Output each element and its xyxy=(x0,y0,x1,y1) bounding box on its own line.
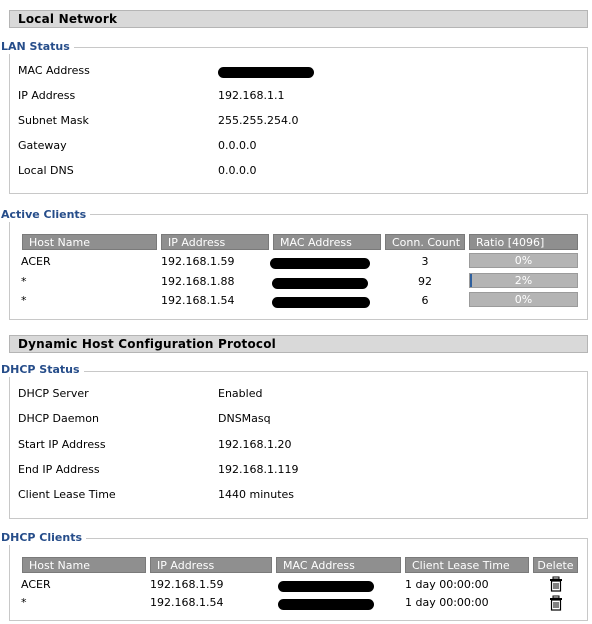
lease-time-value: 1440 minutes xyxy=(218,488,295,501)
th-ip-address[interactable]: IP Address xyxy=(150,557,272,573)
local-dns-label: Local DNS xyxy=(18,164,74,177)
dhcp-server-label: DHCP Server xyxy=(18,387,89,400)
dhcp-daemon-value: DNSMasq xyxy=(218,412,271,425)
mac-address-label: MAC Address xyxy=(18,64,90,77)
dhcp-client-host: ACER xyxy=(21,578,51,591)
start-ip-label: Start IP Address xyxy=(18,438,106,451)
active-client-host: ACER xyxy=(21,255,51,268)
th-ip-address[interactable]: IP Address xyxy=(161,234,269,250)
active-client-count: 3 xyxy=(421,255,429,268)
mac-address-value-redacted xyxy=(218,67,314,78)
gateway-value: 0.0.0.0 xyxy=(218,139,257,152)
dhcp-client-mac-redacted xyxy=(278,581,374,592)
dhcp-client-host: * xyxy=(21,596,27,609)
end-ip-value: 192.168.1.119 xyxy=(218,463,299,476)
active-client-count: 6 xyxy=(421,294,429,307)
subnet-mask-value: 255.255.254.0 xyxy=(218,114,299,127)
th-client-lease-time[interactable]: Client Lease Time xyxy=(405,557,529,573)
dhcp-server-value: Enabled xyxy=(218,387,263,400)
dhcp-client-lease: 1 day 00:00:00 xyxy=(405,596,489,609)
dhcp-client-lease: 1 day 00:00:00 xyxy=(405,578,489,591)
th-delete[interactable]: Delete xyxy=(533,557,578,573)
dhcp-status-legend: DHCP Status xyxy=(1,363,84,377)
local-dns-value: 0.0.0.0 xyxy=(218,164,257,177)
start-ip-value: 192.168.1.20 xyxy=(218,438,292,451)
active-client-ratio-bar: 0% xyxy=(469,292,578,307)
ratio-fill xyxy=(470,274,473,287)
active-client-mac-redacted xyxy=(272,278,368,289)
dhcp-daemon-label: DHCP Daemon xyxy=(18,412,99,425)
dhcp-clients-legend: DHCP Clients xyxy=(1,531,87,545)
subnet-mask-label: Subnet Mask xyxy=(18,114,89,127)
dhcp-header: Dynamic Host Configuration Protocol xyxy=(9,335,588,353)
lease-time-label: Client Lease Time xyxy=(18,488,116,501)
th-mac-address[interactable]: MAC Address xyxy=(276,557,401,573)
active-client-mac-redacted xyxy=(272,297,370,308)
th-conn-count[interactable]: Conn. Count xyxy=(385,234,465,250)
ratio-text: 0% xyxy=(514,254,533,267)
ip-address-label: IP Address xyxy=(18,89,76,102)
th-host-name[interactable]: Host Name xyxy=(22,557,146,573)
ratio-text: 0% xyxy=(514,293,533,306)
ratio-text: 2% xyxy=(514,274,533,287)
active-client-ip: 192.168.1.88 xyxy=(161,275,235,288)
th-ratio[interactable]: Ratio [4096] xyxy=(469,234,578,250)
active-client-ratio-bar: 0% xyxy=(469,253,578,268)
trash-icon[interactable] xyxy=(548,576,564,592)
active-client-count: 92 xyxy=(418,275,432,288)
dhcp-client-ip: 192.168.1.59 xyxy=(150,578,224,591)
th-mac-address[interactable]: MAC Address xyxy=(273,234,381,250)
active-client-ratio-bar: 2% xyxy=(469,273,578,288)
end-ip-label: End IP Address xyxy=(18,463,100,476)
dhcp-client-ip: 192.168.1.54 xyxy=(150,596,224,609)
active-client-host: * xyxy=(21,294,27,307)
trash-icon[interactable] xyxy=(548,595,564,611)
dhcp-client-mac-redacted xyxy=(278,599,374,610)
local-network-header: Local Network xyxy=(9,10,588,28)
active-client-host: * xyxy=(21,275,27,288)
active-clients-legend: Active Clients xyxy=(1,208,91,222)
active-client-mac-redacted xyxy=(270,258,370,269)
th-host-name[interactable]: Host Name xyxy=(22,234,157,250)
active-client-ip: 192.168.1.54 xyxy=(161,294,235,307)
gateway-label: Gateway xyxy=(18,139,67,152)
active-client-ip: 192.168.1.59 xyxy=(161,255,235,268)
ip-address-value: 192.168.1.1 xyxy=(218,89,285,102)
lan-status-legend: LAN Status xyxy=(1,40,74,54)
